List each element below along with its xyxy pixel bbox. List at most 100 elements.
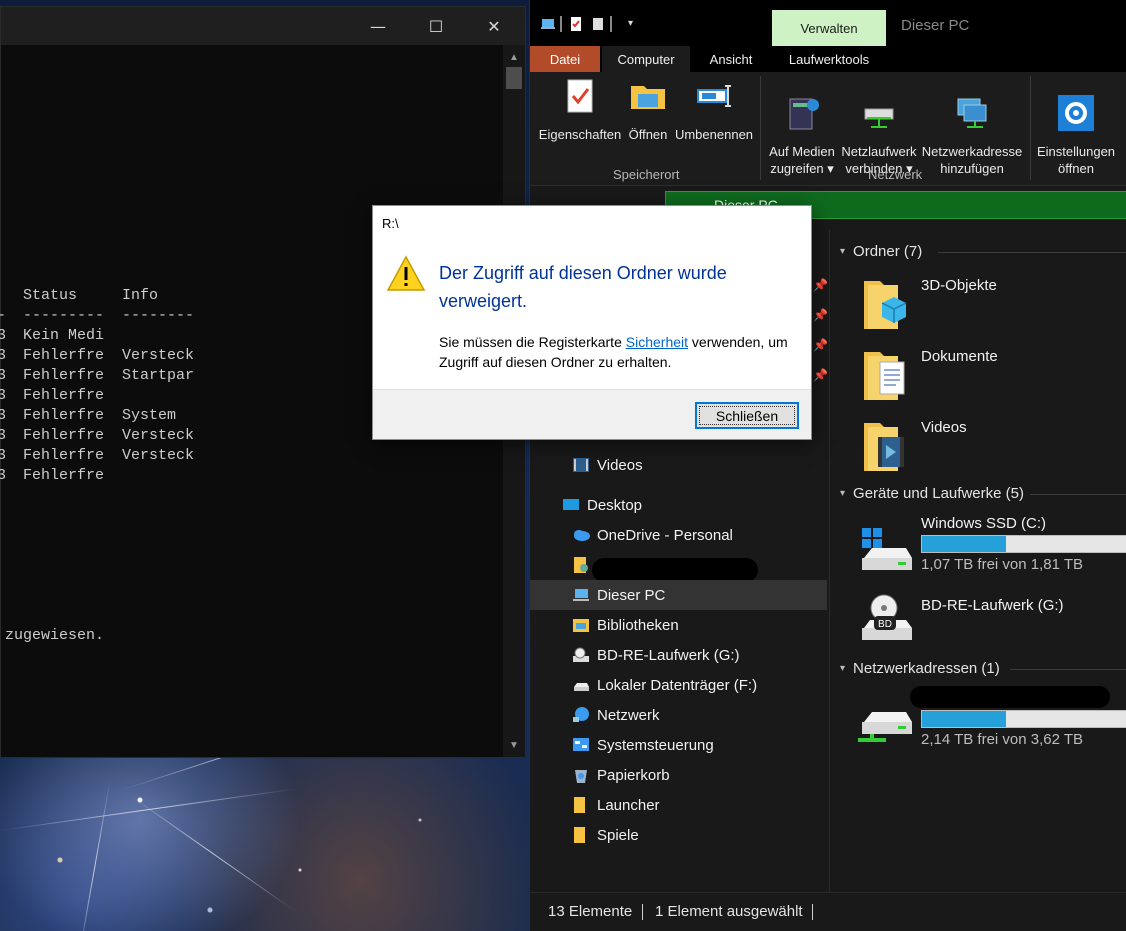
recycle-bin-icon [575,770,587,783]
console-header-status: Status [23,287,78,304]
dialog-heading: Der Zugriff auf diesen Ordner wurde verw… [439,263,727,311]
ribbon-group-label: Speicherort [613,167,680,182]
pin-icon[interactable]: 📌 [813,278,828,292]
nav-item-desktop[interactable]: Desktop [530,490,827,520]
nav-item-dieser-pc[interactable]: Dieser PC [530,580,827,610]
window-title: Dieser PC [901,17,970,34]
nav-item-systemsteuerung[interactable]: Systemsteuerung [530,730,827,760]
nav-item-label: Spiele [597,826,639,844]
drive-capacity-fill [922,536,1007,552]
content-pane[interactable]: ▾ Ordner (7) 3D-Objekte Dokumente Videos… [829,230,1126,892]
nav-item-bibliotheken[interactable]: Bibliotheken [530,610,827,640]
new-folder-icon[interactable] [590,16,606,32]
pin-icon[interactable]: 📌 [813,338,828,352]
drive-capacity-bar [921,535,1126,553]
minimize-button[interactable]: — [349,7,407,45]
status-bar: 13 Elemente 1 Element ausgewählt [530,892,1126,931]
system-drive-icon [862,528,912,570]
scroll-up-icon[interactable]: ▲ [503,47,525,67]
settings-gear-icon [1058,95,1094,131]
ribbon-separator [760,76,761,180]
console-row-info: Versteck [122,447,195,464]
tab-laufwerktools[interactable]: Laufwerktools [774,46,884,72]
dialog-message-text: Sie müssen die Registerkarte [439,334,626,350]
ribbon-button-label: Netzwerkadresse hinzufügen [921,144,1023,176]
close-button[interactable]: ✕ [465,7,523,45]
section-title: Ordner (7) [853,243,923,260]
nav-item-papierkorb[interactable]: Papierkorb [530,760,827,790]
this-pc-icon[interactable] [540,16,556,32]
console-row-prefix: 3 [0,347,7,364]
nav-item-label: Desktop [587,496,643,514]
nav-item-videos[interactable]: Videos [530,450,827,480]
scroll-down-icon[interactable]: ▼ [503,735,525,755]
toolbar-separator [610,16,612,32]
star-ray [129,795,295,911]
libraries-icon [573,619,589,632]
access-denied-dialog: R:\ Der Zugriff auf diesen Ordner wurde … [372,205,812,440]
folder-icon [574,797,585,813]
section-divider [938,252,1126,253]
sicherheit-link[interactable]: Sicherheit [626,334,688,350]
tab-datei[interactable]: Datei [530,46,600,72]
drive-name: BD-RE-Laufwerk (G:) [921,597,1064,614]
nav-item-label: OneDrive - Personal [597,526,733,544]
console-row-info: Versteck [122,427,195,444]
pin-icon[interactable]: 📌 [813,308,828,322]
selection-count: 1 Element ausgewählt [655,903,803,920]
section-divider [1030,494,1126,495]
tab-ansicht[interactable]: Ansicht [692,46,770,72]
videos-folder-icon [864,423,904,471]
media-icon [789,98,819,130]
section-header-devices[interactable]: ▾ Geräte und Laufwerke (5) [840,485,1024,502]
pin-icon[interactable]: 📌 [813,368,828,382]
nav-item-netzwerk[interactable]: Netzwerk [530,700,827,730]
nav-item-spiele[interactable]: Spiele [530,820,827,850]
customize-chevron-icon[interactable]: ▾ [628,16,644,32]
ribbon-button-label: Umbenennen [674,127,754,142]
netzwerkadresse-hinzufuegen-button[interactable]: Netzwerkadresse hinzufügen [920,76,1024,194]
control-panel-icon [573,738,589,751]
nav-item-label: Videos [597,456,643,474]
nav-item-label: Dieser PC [597,586,666,604]
quick-access-toolbar: ▾ Verwalten Dieser PC [530,0,1126,46]
properties-icon[interactable] [568,16,584,32]
nav-item-label: Lokaler Datenträger (F:) [597,676,758,694]
dialog-footer: Schließen [373,389,811,439]
console-header-dash: - [0,306,6,326]
scroll-thumb[interactable] [506,67,522,89]
desktop-icon [563,499,579,510]
console-row-status: Fehlerfre [23,367,105,384]
optical-drive-icon [573,647,589,662]
status-separator [812,904,813,920]
eigenschaften-button[interactable]: Eigenschaften [538,76,622,143]
schliessen-button[interactable]: Schließen [695,402,799,429]
console-titlebar[interactable]: — ☐ ✕ [1,7,525,45]
ribbon-button-label: Auf Medien zugreifen ▾ [769,144,835,176]
oeffnen-button[interactable]: Öffnen [624,76,672,143]
console-header-dash: --------- [23,307,105,324]
chevron-down-icon: ▾ [840,246,846,257]
nav-item-lokaler-datentraeger[interactable]: Lokaler Datenträger (F:) [530,670,827,700]
console-row-prefix: 3 [0,407,7,424]
3d-objects-folder-icon [864,281,907,329]
star-ray [0,788,298,831]
umbenennen-button[interactable]: Umbenennen [674,76,754,143]
nav-item-launcher[interactable]: Launcher [530,790,827,820]
auf-medien-zugreifen-button[interactable]: Auf Medien zugreifen ▾ [766,76,838,194]
section-header-folders[interactable]: ▾ Ordner (7) [840,243,922,260]
section-header-network[interactable]: ▾ Netzwerkadressen (1) [840,660,1000,677]
rename-icon [697,85,731,107]
maximize-button[interactable]: ☐ [407,7,465,45]
tab-computer[interactable]: Computer [602,46,690,72]
console-row-status: Fehlerfre [23,447,105,464]
nav-item-bd-re-laufwerk[interactable]: BD-RE-Laufwerk (G:) [530,640,827,670]
drive-free-space: 1,07 TB frei von 1,81 TB [921,556,1084,573]
folder-icon [574,827,585,843]
tab-verwalten[interactable]: Verwalten [772,10,886,46]
network-icon [573,707,589,722]
console-header-info: Info [122,287,159,304]
nav-item-onedrive[interactable]: OneDrive - Personal [530,520,827,550]
einstellungen-oeffnen-button[interactable]: Einstellungen öffnen [1034,76,1118,194]
item-count: 13 Elemente [548,903,633,920]
